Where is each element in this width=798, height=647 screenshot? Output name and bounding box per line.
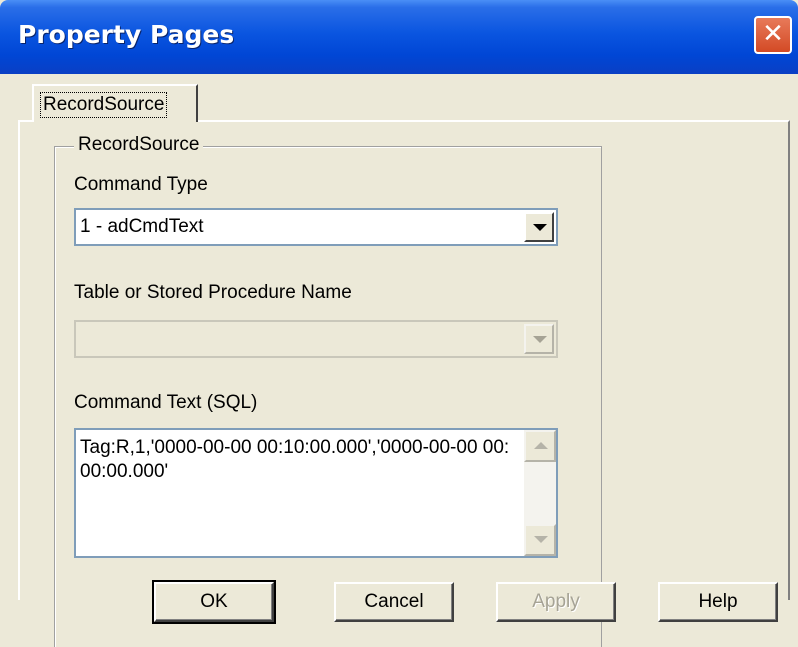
window-title: Property Pages <box>18 20 235 49</box>
command-type-label: Command Type <box>74 174 208 195</box>
command-type-value: 1 - adCmdText <box>80 216 204 237</box>
scroll-up-button[interactable] <box>524 430 556 462</box>
chevron-down-icon <box>533 336 547 343</box>
arrow-up-icon <box>534 442 548 449</box>
table-name-label: Table or Stored Procedure Name <box>74 282 352 303</box>
apply-button: Apply <box>496 582 616 622</box>
vertical-scrollbar[interactable] <box>524 430 556 556</box>
tab-label: RecordSource <box>40 92 168 118</box>
scroll-down-button[interactable] <box>524 524 556 556</box>
command-text-area[interactable]: Tag:R,1,'0000-00-00 00:10:00.000','0000-… <box>74 428 558 558</box>
cancel-button[interactable]: Cancel <box>334 582 454 622</box>
chevron-down-icon <box>533 224 547 231</box>
command-text-label: Command Text (SQL) <box>74 392 258 413</box>
dialog-client: RecordSource RecordSource Command Type 1… <box>4 74 794 647</box>
group-legend: RecordSource <box>74 134 204 156</box>
tab-recordsource[interactable]: RecordSource <box>32 84 198 122</box>
ok-button[interactable]: OK <box>152 580 276 624</box>
title-bar[interactable]: Property Pages ✕ <box>0 0 798 74</box>
command-text-value: Tag:R,1,'0000-00-00 00:10:00.000','0000-… <box>80 437 510 482</box>
help-button[interactable]: Help <box>658 582 778 622</box>
table-name-select <box>74 320 558 358</box>
arrow-down-icon <box>534 536 548 543</box>
close-icon[interactable]: ✕ <box>754 16 792 54</box>
dropdown-button[interactable] <box>524 212 554 242</box>
dropdown-button-disabled <box>524 324 554 354</box>
property-pages-dialog: Property Pages ✕ RecordSource RecordSour… <box>0 0 798 647</box>
command-type-select[interactable]: 1 - adCmdText <box>74 208 558 246</box>
